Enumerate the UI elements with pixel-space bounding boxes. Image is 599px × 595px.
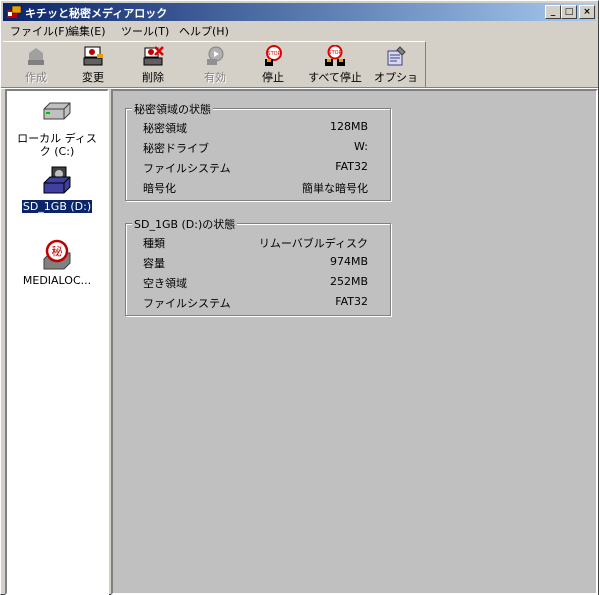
enable-label: 有効 [204, 71, 226, 84]
row-value: W: [354, 140, 368, 153]
secret-area-group: 秘密領域の状態 秘密領域 128MB 秘密ドライブ W: ファイルシステム FA… [125, 101, 391, 201]
maximize-button[interactable]: □ [561, 5, 577, 19]
window-title: キチッと秘密メディアロック [25, 7, 168, 20]
drive-item-c[interactable]: ローカル ディスク (C:) [7, 97, 107, 158]
drive-status-row: 種類 リムーバブルディスク [143, 235, 368, 251]
stop-all-icon: STOP [325, 45, 345, 66]
row-value: FAT32 [335, 295, 368, 308]
secret-area-row: 暗号化 簡単な暗号化 [143, 180, 368, 196]
svg-text:STOP: STOP [328, 50, 341, 56]
close-button[interactable]: × [579, 5, 595, 19]
change-icon [83, 46, 103, 66]
app-lock-icon [7, 5, 22, 18]
maximize-icon: □ [564, 7, 574, 17]
secret-area-row: 秘密領域 128MB [143, 120, 368, 136]
app-window: キチッと秘密メディアロック _ □ × ファイル(F) 編集(E) ツール(T)… [0, 0, 599, 595]
row-key: ファイルシステム [143, 297, 231, 310]
delete-label: 削除 [142, 71, 164, 84]
drive-status-group: SD_1GB (D:)の状態 種類 リムーバブルディスク 容量 974MB 空き… [125, 216, 391, 316]
drive-status-row: ファイルシステム FAT32 [143, 295, 368, 311]
row-key: 暗号化 [143, 182, 176, 195]
drive-status-row: 容量 974MB [143, 255, 368, 271]
row-key: 空き領域 [143, 277, 187, 290]
svg-text:秘: 秘 [52, 244, 63, 258]
options-button[interactable]: オプション [369, 43, 423, 100]
row-key: 秘密領域 [143, 122, 187, 135]
create-icon [28, 48, 44, 65]
drive-status-title: SD_1GB (D:)の状態 [132, 216, 238, 232]
stop-all-label: すべて停止 [308, 71, 362, 84]
drive-label-medialock: MEDIALOC... [22, 274, 92, 287]
secret-media-icon: 秘 [43, 239, 71, 270]
stop-label: 停止 [262, 71, 284, 84]
row-value: 252MB [329, 275, 368, 288]
minimize-button[interactable]: _ [545, 5, 561, 19]
toolbar: 作成 変更 削除 有効 STOP 停止 STOP すべて停止 オプショ [3, 41, 426, 100]
svg-text:STOP: STOP [267, 51, 280, 57]
stop-icon: STOP [265, 45, 282, 66]
delete-icon [143, 46, 164, 66]
drive-item-d[interactable]: SD_1GB (D:) [7, 165, 107, 214]
menu-tools[interactable]: ツール(T) [121, 23, 169, 39]
row-value: 974MB [329, 255, 368, 268]
delete-button[interactable]: 削除 [128, 43, 178, 87]
drive-status-row: 空き領域 252MB [143, 275, 368, 291]
change-button[interactable]: 変更 [68, 43, 118, 87]
row-key: 秘密ドライブ [143, 142, 209, 155]
secret-area-row: ファイルシステム FAT32 [143, 160, 368, 176]
options-icon [387, 46, 406, 66]
menu-bar: ファイル(F) 編集(E) ツール(T) ヘルプ(H) [3, 21, 596, 39]
create-button[interactable]: 作成 [11, 43, 61, 87]
drive-label-c: ローカル ディスク (C:) [17, 132, 97, 158]
secret-area-title: 秘密領域の状態 [132, 101, 213, 117]
minimize-icon: _ [550, 7, 556, 17]
row-key: ファイルシステム [143, 162, 231, 175]
drive-label-d: SD_1GB (D:) [20, 199, 94, 214]
create-label: 作成 [25, 71, 47, 84]
drive-list[interactable]: ローカル ディスク (C:) SD_1GB (D:) 秘 MEDIALOC... [5, 89, 109, 595]
row-value: 簡単な暗号化 [302, 182, 368, 195]
secret-area-row: 秘密ドライブ W: [143, 140, 368, 156]
stop-button[interactable]: STOP 停止 [248, 43, 298, 87]
change-label: 変更 [82, 71, 104, 84]
removable-disk-icon [43, 166, 71, 194]
menu-file[interactable]: ファイル(F) [10, 23, 69, 39]
row-key: 種類 [143, 237, 165, 250]
enable-icon [207, 46, 224, 65]
menu-help[interactable]: ヘルプ(H) [179, 23, 229, 39]
detail-pane: 秘密領域の状態 秘密領域 128MB 秘密ドライブ W: ファイルシステム FA… [111, 89, 598, 595]
hard-drive-icon [43, 102, 71, 120]
close-icon: × [583, 7, 591, 17]
row-value: FAT32 [335, 160, 368, 173]
drive-item-medialock[interactable]: 秘 MEDIALOC... [7, 239, 107, 287]
enable-button[interactable]: 有効 [190, 43, 240, 87]
title-bar[interactable]: キチッと秘密メディアロック _ □ × [3, 3, 596, 21]
row-value: 128MB [329, 120, 368, 133]
row-key: 容量 [143, 257, 165, 270]
stop-all-button[interactable]: STOP すべて停止 [303, 43, 367, 87]
menu-edit[interactable]: 編集(E) [68, 23, 106, 39]
row-value: リムーバブルディスク [258, 237, 368, 250]
